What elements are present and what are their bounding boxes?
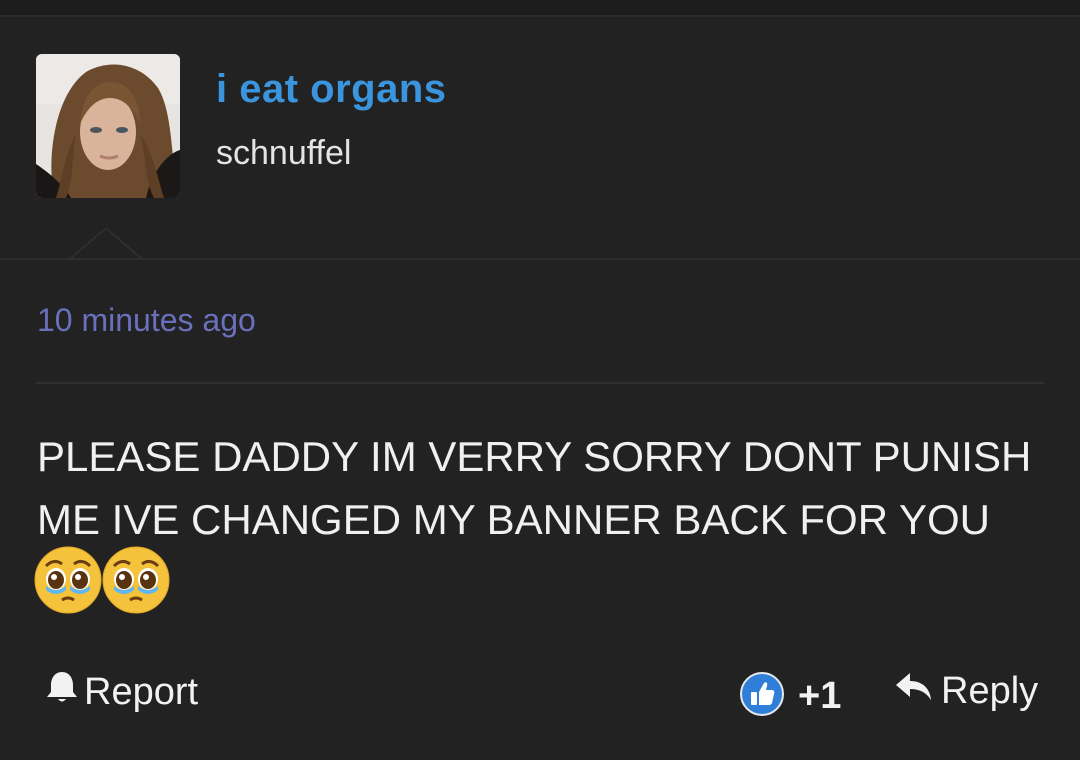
comment-view: i eat organs schnuffel 10 minutes ago PL… — [0, 0, 1080, 760]
reply-button[interactable]: Reply — [895, 670, 1038, 713]
pleading-face-emoji — [34, 546, 102, 614]
comment-text: PLEASE DADDY IM VERRY SORRY DONT PUNISH … — [37, 433, 1032, 543]
comment-timestamp: 10 minutes ago — [37, 302, 256, 338]
like-count: +1 — [798, 675, 842, 717]
report-label: Report — [84, 670, 199, 713]
bell-icon — [46, 670, 78, 714]
comment-actions: Report +1 Reply — [0, 660, 1080, 730]
reply-label: Reply — [941, 670, 1039, 712]
emoji-row — [34, 546, 170, 616]
thumbs-up-icon — [740, 672, 784, 721]
avatar[interactable] — [36, 54, 180, 198]
like-button[interactable]: +1 — [740, 672, 841, 721]
display-name[interactable]: i eat organs — [216, 67, 447, 112]
reply-arrow-icon — [895, 670, 933, 713]
top-bar — [0, 0, 1080, 17]
author-card[interactable]: i eat organs schnuffel — [0, 17, 1080, 258]
separator — [36, 382, 1044, 384]
card-divider — [0, 258, 1080, 260]
report-button[interactable]: Report — [46, 670, 198, 714]
pleading-face-emoji — [102, 546, 170, 614]
username: schnuffel — [216, 134, 352, 172]
